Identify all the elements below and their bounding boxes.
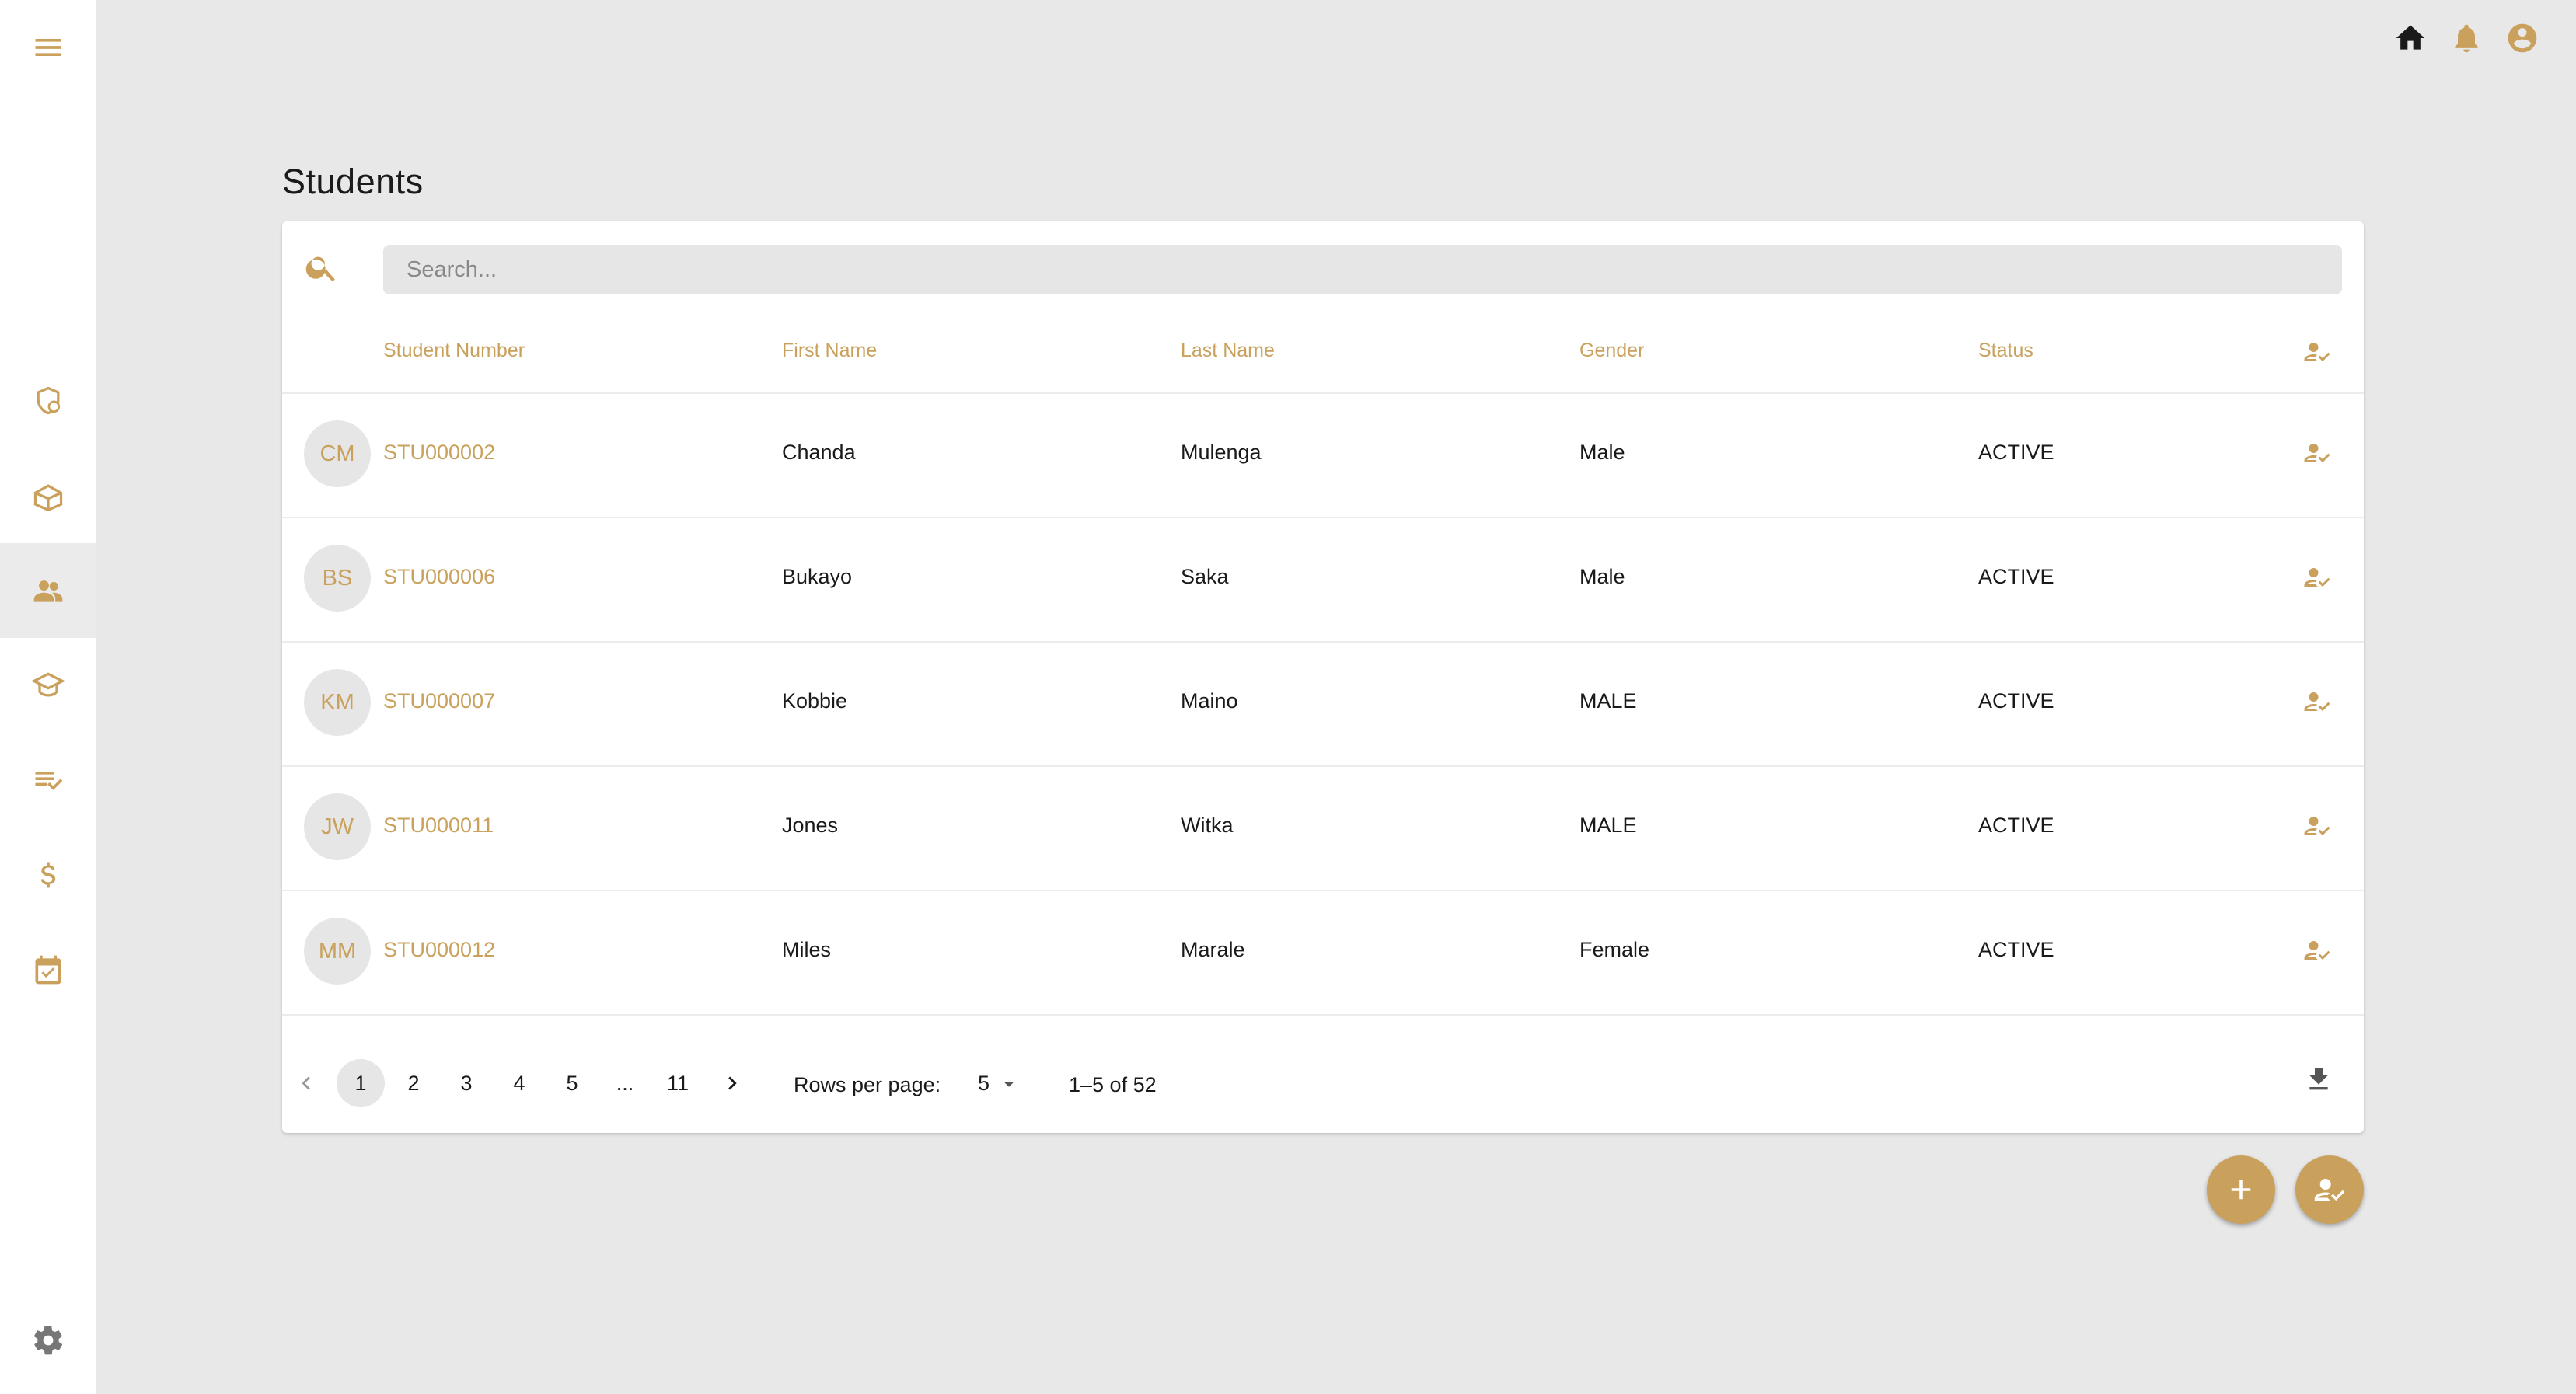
page-title: Students bbox=[282, 162, 424, 201]
first-name-cell: Bukayo bbox=[782, 565, 853, 588]
settings-button[interactable] bbox=[0, 1293, 96, 1388]
gender-cell: Male bbox=[1579, 565, 1625, 588]
student-number-link[interactable]: STU000006 bbox=[383, 565, 495, 589]
page-button-2[interactable]: 2 bbox=[389, 1059, 438, 1107]
first-name-cell: Jones bbox=[782, 814, 839, 837]
menu-icon bbox=[35, 39, 61, 56]
column-header-student-number[interactable]: Student Number bbox=[383, 340, 525, 362]
sidebar bbox=[0, 0, 96, 1394]
avatar: JW bbox=[304, 793, 371, 860]
page-button-1[interactable]: 1 bbox=[337, 1059, 385, 1107]
notifications-button[interactable] bbox=[2449, 20, 2484, 56]
caret-down-icon bbox=[1004, 1082, 1014, 1087]
security-icon bbox=[37, 386, 61, 415]
gender-cell: Female bbox=[1579, 938, 1650, 961]
rows-per-page-value: 5 bbox=[978, 1072, 990, 1095]
bulk-approve-button[interactable] bbox=[2295, 1155, 2364, 1224]
student-number-link[interactable]: STU000002 bbox=[383, 441, 495, 465]
home-button[interactable] bbox=[2393, 20, 2428, 56]
book-open-icon bbox=[33, 484, 63, 512]
column-header-first-name[interactable]: First Name bbox=[782, 340, 877, 362]
sidebar-item-attendance[interactable] bbox=[0, 733, 96, 828]
table-row[interactable]: BS STU000006 Bukayo Saka Male ACTIVE bbox=[282, 518, 2364, 643]
bell-icon bbox=[2455, 24, 2478, 53]
gender-cell: Male bbox=[1579, 441, 1625, 464]
account-circle-icon bbox=[2508, 23, 2537, 53]
playlist-check-icon bbox=[35, 772, 63, 790]
last-name-cell: Witka bbox=[1181, 814, 1234, 837]
sidebar-item-security[interactable] bbox=[0, 354, 96, 448]
page-button-11[interactable]: 11 bbox=[654, 1059, 702, 1107]
column-header-last-name[interactable]: Last Name bbox=[1181, 340, 1275, 362]
pagination: 1 2 3 4 5 ... 11 Rows per page: 5 1–5 of… bbox=[282, 1045, 2364, 1131]
rows-per-page-label: Rows per page: bbox=[794, 1073, 941, 1096]
avatar: BS bbox=[304, 545, 371, 612]
person-check-icon[interactable] bbox=[2303, 936, 2331, 964]
download-icon[interactable] bbox=[2303, 1064, 2334, 1095]
next-page-button[interactable] bbox=[708, 1059, 756, 1107]
last-name-cell: Mulenga bbox=[1181, 441, 1262, 464]
school-icon bbox=[31, 672, 65, 697]
student-number-link[interactable]: STU000011 bbox=[383, 814, 494, 838]
status-cell: ACTIVE bbox=[1978, 689, 2054, 713]
sidebar-item-courses[interactable] bbox=[0, 448, 96, 543]
person-check-icon bbox=[2314, 1179, 2345, 1201]
dollar-icon bbox=[40, 862, 56, 888]
status-cell: ACTIVE bbox=[1978, 565, 2054, 588]
table-row[interactable]: JW STU000011 Jones Witka MALE ACTIVE bbox=[282, 767, 2364, 891]
column-header-gender[interactable]: Gender bbox=[1579, 340, 1644, 362]
search-icon bbox=[305, 256, 335, 282]
search-field[interactable] bbox=[383, 245, 2342, 294]
status-cell: ACTIVE bbox=[1978, 814, 2054, 837]
first-name-cell: Chanda bbox=[782, 441, 856, 464]
person-check-icon[interactable] bbox=[2303, 812, 2331, 840]
previous-page-button[interactable] bbox=[282, 1059, 330, 1107]
first-name-cell: Miles bbox=[782, 938, 832, 961]
gender-cell: MALE bbox=[1579, 689, 1637, 713]
students-table-card: Student Number First Name Last Name Gend… bbox=[282, 221, 2364, 1133]
page-ellipsis: ... bbox=[616, 1071, 634, 1095]
status-cell: ACTIVE bbox=[1978, 441, 2054, 464]
person-check-icon[interactable] bbox=[2303, 563, 2331, 591]
sidebar-item-programs[interactable] bbox=[0, 638, 96, 733]
status-cell: ACTIVE bbox=[1978, 938, 2054, 961]
people-icon bbox=[33, 580, 63, 602]
avatar: KM bbox=[304, 669, 371, 736]
person-check-icon[interactable] bbox=[2303, 439, 2331, 467]
account-button[interactable] bbox=[2504, 20, 2540, 56]
table-row[interactable]: KM STU000007 Kobbie Maino MALE ACTIVE bbox=[282, 643, 2364, 767]
avatar: CM bbox=[304, 420, 371, 487]
home-icon bbox=[2396, 25, 2425, 50]
add-student-button[interactable] bbox=[2207, 1155, 2275, 1224]
first-name-cell: Kobbie bbox=[782, 689, 848, 713]
person-check-icon[interactable] bbox=[2303, 338, 2331, 366]
table-row[interactable]: CM STU000002 Chanda Mulenga Male ACTIVE bbox=[282, 394, 2364, 518]
gear-icon bbox=[33, 1326, 63, 1355]
table-row[interactable]: MM STU000012 Miles Marale Female ACTIVE bbox=[282, 891, 2364, 1016]
add-icon bbox=[2231, 1180, 2251, 1200]
last-name-cell: Marale bbox=[1181, 938, 1245, 961]
search-input[interactable] bbox=[405, 256, 2320, 284]
person-check-icon[interactable] bbox=[2303, 688, 2331, 716]
chevron-right-icon bbox=[728, 1076, 737, 1090]
student-number-link[interactable]: STU000012 bbox=[383, 938, 495, 962]
table-header: Student Number First Name Last Name Gend… bbox=[282, 315, 2364, 394]
chevron-left-icon bbox=[302, 1076, 310, 1090]
avatar: MM bbox=[304, 918, 371, 985]
page-button-4[interactable]: 4 bbox=[495, 1059, 543, 1107]
rows-per-page-select[interactable]: 5 bbox=[978, 1072, 1021, 1096]
student-number-link[interactable]: STU000007 bbox=[383, 689, 495, 713]
page-range-text: 1–5 of 52 bbox=[1069, 1073, 1157, 1096]
sidebar-item-calendar[interactable] bbox=[0, 922, 96, 1017]
menu-button[interactable] bbox=[0, 0, 96, 95]
sidebar-item-finance[interactable] bbox=[0, 828, 96, 922]
last-name-cell: Saka bbox=[1181, 565, 1229, 588]
sidebar-item-students[interactable] bbox=[0, 543, 96, 638]
last-name-cell: Maino bbox=[1181, 689, 1238, 713]
event-available-icon bbox=[35, 955, 61, 985]
page-button-3[interactable]: 3 bbox=[442, 1059, 490, 1107]
page-button-5[interactable]: 5 bbox=[548, 1059, 596, 1107]
column-header-status[interactable]: Status bbox=[1978, 340, 2033, 362]
gender-cell: MALE bbox=[1579, 814, 1637, 837]
